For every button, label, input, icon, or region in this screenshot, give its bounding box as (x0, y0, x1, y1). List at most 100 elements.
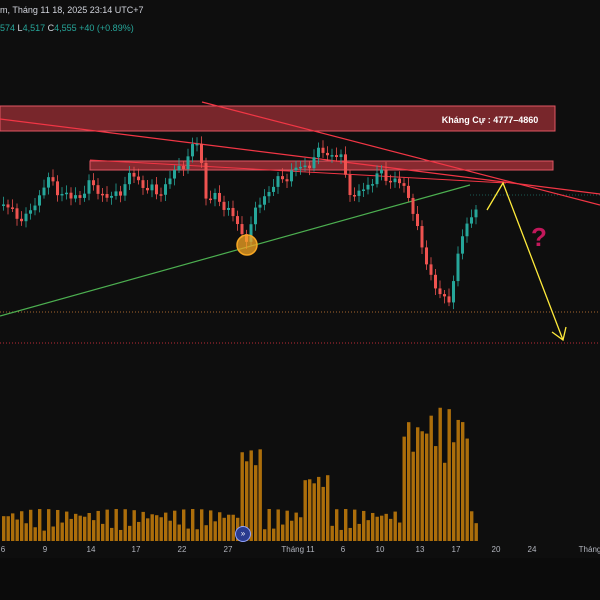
pivot-low-marker[interactable] (236, 234, 258, 256)
candle-body[interactable] (294, 167, 298, 171)
candle-body[interactable] (474, 209, 478, 218)
candle-body[interactable] (272, 186, 275, 192)
candle-body[interactable] (15, 208, 19, 219)
candle-body[interactable] (51, 177, 55, 182)
candle-body[interactable] (191, 144, 194, 157)
candle-body[interactable] (470, 217, 473, 224)
candle-body[interactable] (195, 143, 199, 146)
candle-body[interactable] (317, 147, 320, 158)
candle-body[interactable] (218, 192, 221, 202)
resistance-zone-lower[interactable] (89, 160, 554, 171)
candle-body[interactable] (159, 194, 163, 196)
candle-body[interactable] (407, 185, 410, 198)
candle-body[interactable] (65, 192, 68, 195)
candle-body[interactable] (420, 226, 424, 248)
candle-body[interactable] (87, 180, 91, 194)
candle-body[interactable] (33, 205, 37, 211)
candle-body[interactable] (398, 178, 401, 184)
candle-body[interactable] (308, 165, 311, 169)
candle-body[interactable] (312, 157, 316, 169)
candle-body[interactable] (137, 176, 140, 181)
candle-body[interactable] (429, 264, 433, 275)
candle-body[interactable] (150, 184, 154, 191)
projection-path[interactable] (486, 181, 564, 341)
candle-body[interactable] (24, 213, 28, 222)
candle-body[interactable] (303, 165, 307, 168)
candle-body[interactable] (132, 172, 136, 177)
candle-body[interactable] (92, 180, 95, 186)
price-chart[interactable] (0, 0, 600, 600)
candle-body[interactable] (101, 193, 104, 196)
candle-body[interactable] (443, 294, 446, 297)
candle-body[interactable] (11, 207, 14, 209)
candle-body[interactable] (56, 181, 59, 196)
candle-body[interactable] (141, 180, 145, 188)
candle-body[interactable] (78, 195, 82, 198)
candle-body[interactable] (200, 143, 203, 163)
candle-body[interactable] (384, 169, 388, 181)
candle-body[interactable] (267, 191, 271, 197)
candle-body[interactable] (186, 156, 190, 170)
ascending-trendline[interactable] (0, 184, 471, 317)
candle-body[interactable] (209, 198, 212, 201)
candle-body[interactable] (276, 176, 280, 187)
candle-body[interactable] (362, 189, 365, 191)
candle-body[interactable] (231, 207, 235, 217)
candle-body[interactable] (416, 213, 419, 227)
candle-body[interactable] (204, 162, 208, 199)
candle-body[interactable] (2, 204, 5, 206)
candle-body[interactable] (290, 170, 293, 182)
tradingview-logo-icon[interactable]: » (235, 526, 251, 542)
candle-body[interactable] (353, 195, 356, 197)
candle-body[interactable] (213, 192, 217, 200)
candle-body[interactable] (74, 195, 77, 199)
candle-body[interactable] (182, 165, 185, 170)
candle-body[interactable] (263, 196, 266, 205)
candle-body[interactable] (326, 152, 329, 156)
candle-body[interactable] (425, 247, 428, 265)
candle-body[interactable] (389, 180, 392, 183)
candle-body[interactable] (452, 281, 455, 303)
candle-body[interactable] (114, 191, 118, 196)
candle-body[interactable] (123, 184, 127, 196)
candle-body[interactable] (240, 224, 244, 235)
candle-body[interactable] (227, 207, 230, 210)
candle-body[interactable] (402, 183, 406, 186)
candle-body[interactable] (69, 192, 73, 199)
price-pane[interactable] (0, 101, 600, 344)
candle-body[interactable] (434, 274, 437, 289)
candle-body[interactable] (146, 187, 149, 191)
candle-body[interactable] (281, 176, 284, 180)
candle-body[interactable] (155, 184, 158, 195)
candle-body[interactable] (465, 223, 469, 237)
candle-body[interactable] (348, 174, 352, 196)
candle-body[interactable] (380, 169, 383, 174)
candle-body[interactable] (461, 236, 464, 254)
candle-body[interactable] (236, 216, 239, 225)
candle-body[interactable] (60, 193, 64, 196)
candle-body[interactable] (438, 288, 442, 295)
candle-body[interactable] (47, 177, 50, 188)
candle-body[interactable] (119, 191, 122, 196)
candle-body[interactable] (222, 201, 226, 210)
candle-body[interactable] (357, 190, 361, 196)
candle-body[interactable] (96, 185, 100, 194)
candle-body[interactable] (254, 207, 257, 225)
candle-body[interactable] (285, 179, 289, 182)
candle-body[interactable] (447, 296, 451, 303)
candle-body[interactable] (344, 154, 347, 175)
candle-body[interactable] (375, 173, 379, 185)
candle-body[interactable] (366, 184, 370, 190)
candle-body[interactable] (29, 210, 32, 214)
candle-body[interactable] (110, 195, 113, 198)
candle-body[interactable] (128, 172, 131, 185)
candle-body[interactable] (393, 178, 397, 183)
candle-body[interactable] (339, 154, 343, 157)
candle-body[interactable] (168, 178, 172, 185)
candle-body[interactable] (335, 155, 338, 157)
candle-body[interactable] (20, 218, 23, 222)
candle-body[interactable] (371, 184, 374, 186)
candle-body[interactable] (321, 147, 325, 153)
candle-body[interactable] (164, 184, 167, 195)
candle-body[interactable] (83, 193, 86, 198)
